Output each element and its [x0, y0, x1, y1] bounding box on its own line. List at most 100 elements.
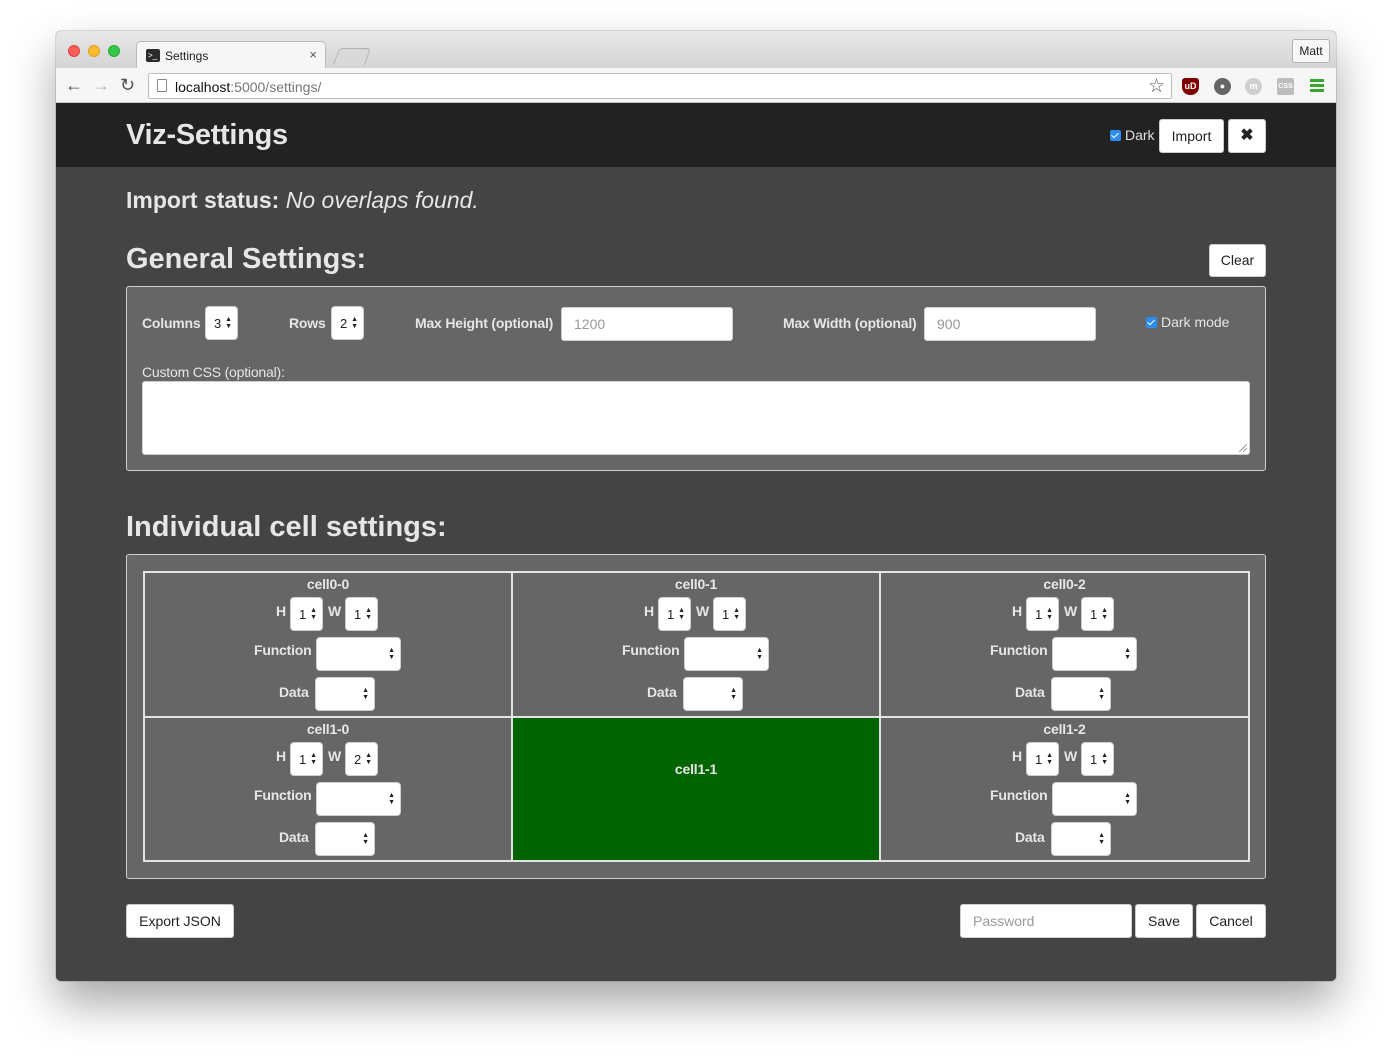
minimize-window-icon[interactable]	[88, 45, 100, 57]
columns-select[interactable]: 3 ▲ ▼	[205, 306, 238, 340]
forward-arrow-icon[interactable]: →	[92, 74, 110, 96]
cell-title: cell0-1	[674, 576, 718, 592]
rows-label: Rows	[289, 315, 326, 331]
cell-0-0: cell0-0 H 1 ▲ ▼ W 1 ▲ ▼ Function ▲ ▼ Data ▲ ▼	[145, 573, 511, 716]
w-label: W	[328, 748, 342, 764]
checkbox-checked-icon[interactable]	[1110, 130, 1121, 141]
width-select[interactable]: 1 ▲ ▼	[345, 597, 378, 631]
data-select[interactable]: ▲ ▼	[315, 822, 375, 856]
save-button[interactable]: Save	[1135, 904, 1193, 938]
function-select[interactable]: ▲ ▼	[684, 637, 769, 671]
cell-title: cell1-2	[1043, 721, 1086, 737]
max-height-label: Max Height (optional)	[415, 315, 554, 331]
select-arrows-icon: ▲ ▼	[1098, 832, 1105, 846]
w-label: W	[1064, 603, 1078, 619]
function-select[interactable]: ▲ ▼	[316, 637, 401, 671]
columns-label: Columns	[142, 315, 201, 331]
rows-select[interactable]: 2 ▲ ▼	[331, 306, 364, 340]
height-select[interactable]: 1 ▲ ▼	[290, 742, 323, 776]
cell-1-1-covered: cell1-1	[513, 718, 879, 860]
height-select[interactable]: 1 ▲ ▼	[658, 597, 691, 631]
terminal-icon: >_	[146, 49, 160, 62]
function-label: Function	[254, 642, 312, 658]
w-label: W	[328, 603, 342, 619]
tab-close-icon[interactable]: ×	[309, 47, 317, 62]
checkbox-checked-icon[interactable]	[1146, 317, 1157, 328]
h-label: H	[276, 603, 286, 619]
app-navbar: Viz-Settings Dark Import ✖	[56, 103, 1336, 167]
select-arrows-icon: ▲ ▼	[1101, 607, 1108, 621]
function-select[interactable]: ▲ ▼	[316, 782, 401, 816]
css-icon[interactable]: CSS	[1277, 78, 1294, 95]
close-icon[interactable]: ✖	[1228, 119, 1266, 153]
h-label: H	[1012, 603, 1022, 619]
import-status: Import status: No overlaps found.	[126, 187, 479, 213]
max-height-input[interactable]: 1200	[561, 307, 733, 341]
zoom-window-icon[interactable]	[108, 45, 120, 57]
cell-title: cell1-0	[306, 721, 350, 737]
dark-mode-checkbox[interactable]: Dark mode	[1146, 314, 1229, 330]
cell-grid: cell0-0 H 1 ▲ ▼ W 1 ▲ ▼ Function ▲ ▼ Data ▲ ▼ …	[143, 571, 1250, 862]
close-window-icon[interactable]	[68, 45, 80, 57]
width-select[interactable]: 2 ▲ ▼	[345, 742, 378, 776]
h-label: H	[1012, 748, 1022, 764]
resize-grip-icon[interactable]	[1239, 444, 1247, 452]
lightbulb-icon[interactable]: ●	[1214, 78, 1231, 95]
m-icon[interactable]: m	[1245, 78, 1262, 95]
custom-css-textarea[interactable]	[142, 381, 1250, 455]
h-label: H	[644, 603, 654, 619]
cell-title: cell0-2	[1043, 576, 1086, 592]
cell-1-2: cell1-2 H 1 ▲ ▼ W 1 ▲ ▼ Function ▲ ▼ Data ▲ ▼	[881, 718, 1248, 860]
back-arrow-icon[interactable]: ←	[65, 74, 83, 96]
width-select[interactable]: 1 ▲ ▼	[1081, 597, 1114, 631]
data-select[interactable]: ▲ ▼	[315, 677, 375, 711]
select-arrows-icon: ▲ ▼	[365, 752, 372, 766]
height-select[interactable]: 1 ▲ ▼	[1026, 597, 1059, 631]
data-label: Data	[279, 684, 309, 700]
select-arrows-icon: ▲ ▼	[1124, 792, 1131, 806]
export-json-button[interactable]: Export JSON	[126, 904, 234, 938]
new-tab-button[interactable]	[332, 48, 372, 65]
width-select[interactable]: 1 ▲ ▼	[1081, 742, 1114, 776]
data-select[interactable]: ▲ ▼	[683, 677, 743, 711]
select-arrows-icon: ▲ ▼	[1101, 752, 1108, 766]
page-icon	[157, 79, 167, 92]
function-select[interactable]: ▲ ▼	[1052, 782, 1137, 816]
cell-title: cell1-1	[674, 761, 718, 777]
custom-css-label: Custom CSS (optional):	[142, 364, 285, 380]
select-arrows-icon: ▲ ▼	[1098, 687, 1105, 701]
function-select[interactable]: ▲ ▼	[1052, 637, 1137, 671]
cancel-button[interactable]: Cancel	[1196, 904, 1266, 938]
password-input[interactable]: Password	[960, 904, 1132, 938]
select-arrows-icon: ▲ ▼	[310, 607, 317, 621]
browser-toolbar: ← → ↻ localhost:5000/settings/ ☆ uD ● m …	[56, 68, 1336, 103]
reload-icon[interactable]: ↻	[120, 74, 135, 96]
dark-toggle[interactable]: Dark	[1110, 127, 1155, 143]
cell-settings-panel: cell0-0 H 1 ▲ ▼ W 1 ▲ ▼ Function ▲ ▼ Data ▲ ▼ …	[126, 554, 1266, 879]
data-label: Data	[1015, 829, 1045, 845]
bookmark-star-icon[interactable]: ☆	[1148, 75, 1165, 98]
profile-button[interactable]: Matt	[1292, 39, 1330, 63]
data-select[interactable]: ▲ ▼	[1051, 677, 1111, 711]
ublock-icon[interactable]: uD	[1182, 78, 1199, 95]
browser-tab-settings[interactable]: >_ Settings ×	[136, 41, 326, 69]
select-arrows-icon: ▲ ▼	[362, 687, 369, 701]
browser-window: >_ Settings × Matt ← → ↻ localhost:5000/…	[56, 31, 1336, 981]
select-arrows-icon: ▲ ▼	[678, 607, 685, 621]
menu-icon[interactable]	[1310, 79, 1324, 93]
import-button[interactable]: Import	[1159, 119, 1224, 153]
page: Viz-Settings Dark Import ✖ Import status…	[56, 103, 1336, 981]
cell-0-2: cell0-2 H 1 ▲ ▼ W 1 ▲ ▼ Function ▲ ▼ Data ▲ ▼	[881, 573, 1248, 716]
cell-0-1: cell0-1 H 1 ▲ ▼ W 1 ▲ ▼ Function ▲ ▼ Data ▲ ▼	[513, 573, 879, 716]
address-bar[interactable]: localhost:5000/settings/ ☆	[148, 73, 1172, 99]
select-arrows-icon: ▲ ▼	[1046, 752, 1053, 766]
height-select[interactable]: 1 ▲ ▼	[290, 597, 323, 631]
max-width-input[interactable]: 900	[924, 307, 1096, 341]
general-settings-heading: General Settings:	[126, 243, 367, 275]
data-label: Data	[1015, 684, 1045, 700]
clear-button[interactable]: Clear	[1209, 244, 1266, 277]
data-select[interactable]: ▲ ▼	[1051, 822, 1111, 856]
height-select[interactable]: 1 ▲ ▼	[1026, 742, 1059, 776]
width-select[interactable]: 1 ▲ ▼	[713, 597, 746, 631]
select-arrows-icon: ▲ ▼	[1046, 607, 1053, 621]
